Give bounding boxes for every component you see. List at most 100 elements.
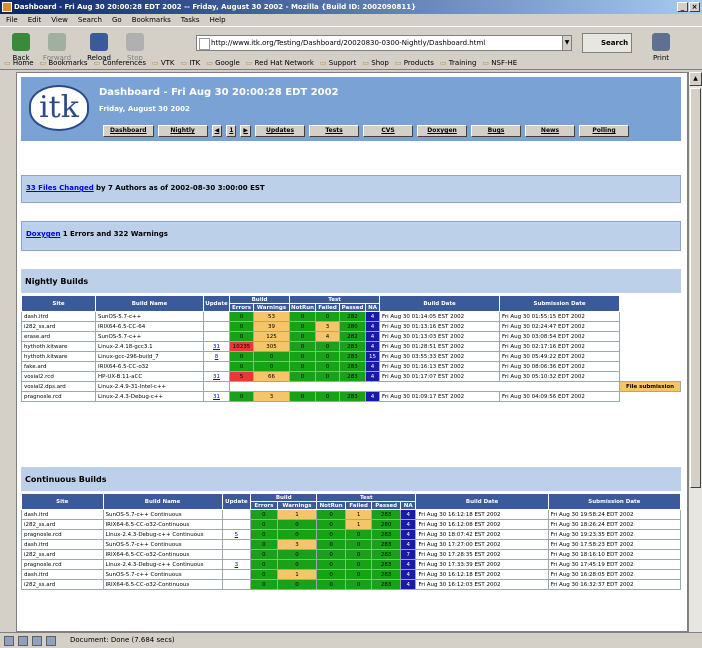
warnings-cell[interactable]: 0 xyxy=(276,579,318,590)
nav-next[interactable]: ▶ xyxy=(240,125,252,137)
bookmark-support[interactable]: Support xyxy=(320,56,357,69)
na-cell[interactable]: 4 xyxy=(365,341,381,352)
nav-doxygen[interactable]: Doxygen xyxy=(417,125,468,137)
bookmark-nsf[interactable]: NSF-HE xyxy=(482,56,517,69)
errors-cell[interactable]: 0 xyxy=(250,559,278,570)
nav-bugs[interactable]: Bugs xyxy=(471,125,522,137)
warnings-cell[interactable]: 0 xyxy=(252,361,291,372)
errors-cell[interactable]: 0 xyxy=(250,549,278,560)
bookmark-training[interactable]: Training xyxy=(440,56,477,69)
passed-cell[interactable]: 280 xyxy=(339,321,367,332)
files-changed-link[interactable]: 33 Files Changed xyxy=(26,184,94,192)
menu-search[interactable]: Search xyxy=(78,14,102,26)
build-name-cell[interactable]: Linux-2.4.3-Debug-c++ Continuous xyxy=(102,559,223,570)
build-name-cell[interactable]: Linux-2.4.3-Debug-c++ xyxy=(95,391,204,402)
na-cell[interactable]: 4 xyxy=(399,559,417,570)
warnings-cell[interactable]: 1 xyxy=(276,509,318,520)
errors-cell[interactable]: 0 xyxy=(250,519,278,530)
na-cell[interactable]: 4 xyxy=(365,361,381,372)
menu-file[interactable]: File xyxy=(6,14,18,26)
update-cell[interactable]: 31 xyxy=(203,371,230,382)
navigator-icon[interactable] xyxy=(4,636,14,646)
errors-cell[interactable]: 10235 xyxy=(229,341,254,352)
vertical-scrollbar[interactable]: ▲ xyxy=(688,72,702,632)
build-name-cell[interactable]: SunOS-5.7-c++ xyxy=(95,331,204,342)
warnings-cell[interactable]: 125 xyxy=(252,331,291,342)
nav-prev[interactable]: ◀ xyxy=(211,125,223,137)
failed-cell[interactable]: 0 xyxy=(315,371,341,382)
notrun-cell[interactable]: 0 xyxy=(289,311,317,322)
failed-cell[interactable]: 0 xyxy=(315,341,341,352)
passed-cell[interactable]: 283 xyxy=(339,391,367,402)
errors-cell[interactable]: 0 xyxy=(250,509,278,520)
na-cell[interactable]: 7 xyxy=(399,549,417,560)
menu-view[interactable]: View xyxy=(51,14,68,26)
passed-cell[interactable]: 283 xyxy=(371,509,401,520)
menu-tasks[interactable]: Tasks xyxy=(181,14,200,26)
build-name-cell[interactable]: IRIX64-6.5-CC-o32-Continuous xyxy=(102,579,223,590)
menu-help[interactable]: Help xyxy=(210,14,226,26)
errors-cell[interactable]: 0 xyxy=(229,351,254,362)
failed-cell[interactable]: 0 xyxy=(344,559,373,570)
build-name-cell[interactable]: Linux-2.4.18-gcc3.1 xyxy=(95,341,204,352)
na-cell[interactable]: 4 xyxy=(399,519,417,530)
errors-cell[interactable]: 0 xyxy=(229,361,254,372)
notrun-cell[interactable]: 0 xyxy=(289,371,317,382)
failed-cell[interactable]: 0 xyxy=(344,539,373,550)
search-button[interactable]: Search xyxy=(582,33,632,53)
nav-polling[interactable]: Polling xyxy=(579,125,630,137)
url-dropdown-button[interactable]: ▼ xyxy=(562,35,572,51)
bookmark-shop[interactable]: Shop xyxy=(362,56,389,69)
na-cell[interactable]: 4 xyxy=(365,311,381,322)
na-cell[interactable]: 4 xyxy=(365,321,381,332)
failed-cell[interactable]: 0 xyxy=(315,351,341,362)
menu-bookmarks[interactable]: Bookmarks xyxy=(132,14,171,26)
na-cell[interactable]: 4 xyxy=(399,529,417,540)
notrun-cell[interactable]: 0 xyxy=(316,579,346,590)
errors-cell[interactable]: 0 xyxy=(229,391,254,402)
update-cell[interactable]: 31 xyxy=(203,341,230,352)
notrun-cell[interactable]: 0 xyxy=(316,559,346,570)
notrun-cell[interactable]: 0 xyxy=(316,549,346,560)
build-name-cell[interactable]: SunOS-5.7-c++ xyxy=(95,311,204,322)
passed-cell[interactable]: 282 xyxy=(339,331,367,342)
failed-cell[interactable]: 4 xyxy=(315,331,341,342)
menu-go[interactable]: Go xyxy=(112,14,122,26)
failed-cell[interactable]: 1 xyxy=(344,509,373,520)
warnings-cell[interactable]: 0 xyxy=(276,519,318,530)
notrun-cell[interactable]: 0 xyxy=(316,509,346,520)
build-name-cell[interactable]: SunOS-5.7-c++ Continuous xyxy=(102,539,223,550)
errors-cell[interactable]: 0 xyxy=(229,311,254,322)
scroll-up-button[interactable]: ▲ xyxy=(689,72,702,86)
passed-cell[interactable]: 283 xyxy=(339,341,367,352)
na-cell[interactable]: 4 xyxy=(365,391,381,402)
notrun-cell[interactable]: 0 xyxy=(316,539,346,550)
notrun-cell[interactable]: 0 xyxy=(289,351,317,362)
notrun-cell[interactable]: 0 xyxy=(316,529,346,540)
nav-updates[interactable]: Updates xyxy=(255,125,306,137)
nav-day[interactable]: 1 xyxy=(226,125,237,137)
na-cell[interactable]: 4 xyxy=(399,579,417,590)
passed-cell[interactable]: 283 xyxy=(339,351,367,362)
bookmark-bookmarks[interactable]: Bookmarks xyxy=(40,56,87,69)
update-cell[interactable]: 3 xyxy=(221,559,252,570)
bookmark-itk[interactable]: ITK xyxy=(180,56,200,69)
bookmark-vtk[interactable]: VTK xyxy=(152,56,175,69)
na-cell[interactable]: 4 xyxy=(365,371,381,382)
build-name-cell[interactable]: Linux-2.4.9-31-Intel-c++ xyxy=(95,381,204,392)
failed-cell[interactable]: 0 xyxy=(344,549,373,560)
build-name-cell[interactable]: IRIX64-6.5-CC-o32-Continuous xyxy=(102,519,223,530)
notrun-cell[interactable]: 0 xyxy=(289,341,317,352)
errors-cell[interactable]: 0 xyxy=(250,579,278,590)
failed-cell[interactable]: 0 xyxy=(315,361,341,372)
passed-cell[interactable]: 283 xyxy=(339,361,367,372)
errors-cell[interactable]: 0 xyxy=(250,539,278,550)
nav-tests[interactable]: Tests xyxy=(309,125,360,137)
update-cell[interactable]: 31 xyxy=(203,391,230,402)
warnings-cell[interactable]: 39 xyxy=(252,321,291,332)
update-cell[interactable]: 8 xyxy=(203,351,230,362)
bookmark-google[interactable]: Google xyxy=(206,56,240,69)
errors-cell[interactable]: 5 xyxy=(229,371,254,382)
build-name-cell[interactable]: SunOS-5.7-c++ Continuous xyxy=(102,509,223,520)
passed-cell[interactable]: 283 xyxy=(339,371,367,382)
